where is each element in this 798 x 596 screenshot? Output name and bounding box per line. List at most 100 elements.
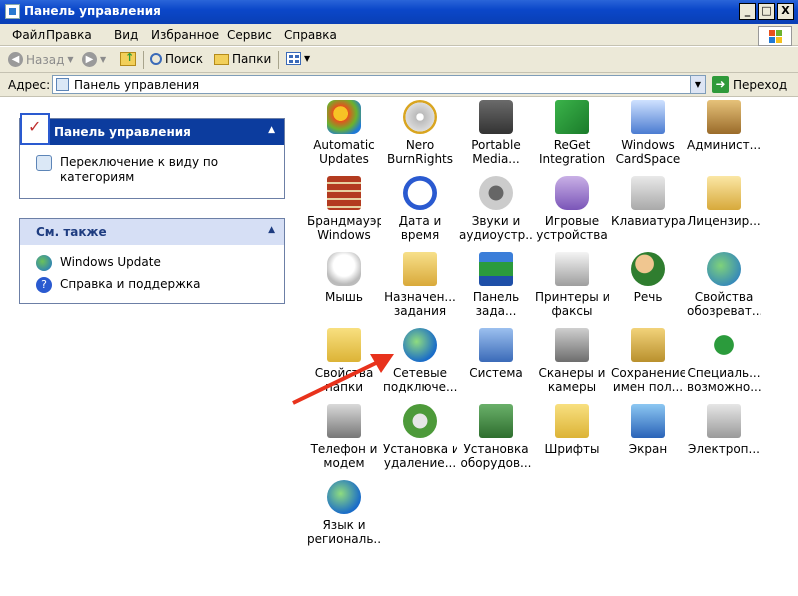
item-label-line1: Дата и xyxy=(398,214,442,228)
menu-favorites[interactable]: Избранное xyxy=(151,28,219,42)
collapse-chevron-icon[interactable]: ▲ xyxy=(268,125,275,135)
item-label-line2: Integration xyxy=(538,152,606,166)
item-label-line2: зада... xyxy=(475,304,517,318)
item-label-line1: Речь xyxy=(633,290,663,304)
menu-help[interactable]: Справка xyxy=(284,28,337,42)
address-value: Панель управления xyxy=(74,78,200,92)
control-panel-item[interactable]: Панель зада... xyxy=(459,252,533,318)
control-panel-item[interactable]: Свойства папки xyxy=(307,328,381,394)
window-title: Панель управления xyxy=(24,4,161,18)
control-panel-item[interactable]: Установка и удаление... xyxy=(383,404,457,470)
item-label-line2: задания xyxy=(393,304,447,318)
control-panel-item[interactable]: Электроп... xyxy=(687,404,761,456)
switch-category-view-link[interactable]: Переключение к виду по категориям xyxy=(36,155,270,185)
menu-tools[interactable]: Сервис xyxy=(227,28,272,42)
address-dropdown-button[interactable]: ▼ xyxy=(690,76,705,93)
control-panel-window-icon xyxy=(5,4,20,19)
go-arrow-icon: ➜ xyxy=(712,76,729,93)
control-panel-icon xyxy=(20,113,50,145)
windows-update-link[interactable]: Windows Update xyxy=(36,255,270,271)
item-label-line2: Media... xyxy=(472,152,520,166)
item-label-line2: модем xyxy=(323,456,365,470)
control-panel-item[interactable]: Portable Media... xyxy=(459,100,533,166)
control-panel-item[interactable]: Админист... xyxy=(687,100,761,152)
control-panel-item[interactable]: Лицензир... xyxy=(687,176,761,228)
control-panel-item[interactable]: Система xyxy=(459,328,533,380)
windows-update-icon xyxy=(36,255,52,271)
folders-button[interactable]: Папки xyxy=(214,52,271,66)
control-panel-item[interactable]: Язык и региональ... xyxy=(307,480,381,546)
item-label-line1: Панель xyxy=(472,290,520,304)
see-also-panel: См. также ▲ Windows Update ? Справка и п… xyxy=(19,218,285,304)
back-arrow-icon: ◀ xyxy=(8,52,23,67)
item-label-line1: Экран xyxy=(628,442,668,456)
control-panel-item[interactable]: Сетевые подключе... xyxy=(383,328,457,394)
control-panel-item[interactable]: Дата и время xyxy=(383,176,457,242)
control-panel-item[interactable]: Специаль... возможно... xyxy=(687,328,761,394)
add-remove-programs-icon xyxy=(403,404,437,438)
views-button[interactable]: ▼ xyxy=(286,52,310,65)
forward-button[interactable]: ▶ ▼ xyxy=(82,52,106,67)
go-button[interactable]: ➜ Переход xyxy=(712,76,787,93)
help-support-link[interactable]: ? Справка и поддержка xyxy=(36,277,270,293)
close-button[interactable]: X xyxy=(777,3,794,20)
maximize-button[interactable]: □ xyxy=(758,3,775,20)
item-label-line2: имен пол... xyxy=(612,380,684,394)
item-label-line2: Windows xyxy=(317,228,371,242)
keyboard-icon xyxy=(631,176,665,210)
item-label-line2: подключе... xyxy=(383,380,457,394)
control-panel-item[interactable]: Принтеры и факсы xyxy=(535,252,609,318)
collapse-chevron-icon[interactable]: ▲ xyxy=(268,225,275,235)
control-panel-item[interactable]: Клавиатура xyxy=(611,176,685,228)
panel-header[interactable]: Панель управления ▲ xyxy=(20,113,284,145)
nero-burnrights-icon xyxy=(403,100,437,134)
control-panel-item[interactable]: Брандмауэр Windows xyxy=(307,176,381,242)
up-folder-button[interactable]: ↑ xyxy=(120,51,136,66)
control-panel-item[interactable]: ReGet Integration xyxy=(535,100,609,166)
control-panel-item[interactable]: Свойства обозреват... xyxy=(687,252,761,318)
control-panel-item[interactable]: Сохранение имен пол... xyxy=(611,328,685,394)
menu-edit[interactable]: Правка xyxy=(46,28,92,42)
stored-user-names-icon xyxy=(631,328,665,362)
item-label-line1: Админист... xyxy=(687,138,761,152)
add-hardware-icon xyxy=(479,404,513,438)
back-button[interactable]: ◀ Назад ▼ xyxy=(8,52,74,67)
control-panel-item[interactable]: Шрифты xyxy=(535,404,609,456)
control-panel-item[interactable]: Windows CardSpace xyxy=(611,100,685,166)
network-connections-icon xyxy=(403,328,437,362)
search-button[interactable]: Поиск xyxy=(150,52,203,66)
control-panel-item[interactable]: Nero BurnRights xyxy=(383,100,457,166)
control-panel-item[interactable]: Звуки и аудиоустр... xyxy=(459,176,533,242)
item-label-line1: Звуки и xyxy=(471,214,521,228)
phone-modem-icon xyxy=(327,404,361,438)
regional-language-icon xyxy=(327,480,361,514)
item-label-line2: время xyxy=(400,228,440,242)
scheduled-tasks-icon xyxy=(403,252,437,286)
control-panel-item[interactable]: Назначен... задания xyxy=(383,252,457,318)
control-panel-item[interactable]: Мышь xyxy=(307,252,381,304)
scanners-cameras-icon xyxy=(555,328,589,362)
item-label-line1: Automatic xyxy=(313,138,375,152)
control-panel-item[interactable]: Экран xyxy=(611,404,685,456)
main-area: Панель управления ▲ Переключение к виду … xyxy=(0,98,798,596)
control-panel-item[interactable]: Automatic Updates xyxy=(307,100,381,166)
control-panel-item[interactable]: Игровые устройства xyxy=(535,176,609,242)
title-bar: Панель управления _ □ X xyxy=(0,0,798,24)
see-also-header[interactable]: См. также ▲ xyxy=(20,219,284,245)
display-icon xyxy=(631,404,665,438)
menu-view[interactable]: Вид xyxy=(114,28,138,42)
administrative-tools-icon xyxy=(707,100,741,134)
menu-file[interactable]: Файл xyxy=(12,28,45,42)
speech-icon xyxy=(631,252,665,286)
control-panel-item[interactable]: Сканеры и камеры xyxy=(535,328,609,394)
item-label-line1: Электроп... xyxy=(688,442,760,456)
item-label-line2: возможно... xyxy=(687,380,761,394)
system-icon xyxy=(479,328,513,362)
control-panel-item[interactable]: Телефон и модем xyxy=(307,404,381,470)
control-panel-item[interactable]: Установка оборудов... xyxy=(459,404,533,470)
control-panel-item[interactable]: Речь xyxy=(611,252,685,304)
taskbar-icon xyxy=(479,252,513,286)
address-field[interactable]: Панель управления ▼ xyxy=(52,75,706,94)
address-bar: Адрес: Панель управления ▼ ➜ Переход xyxy=(0,73,798,97)
minimize-button[interactable]: _ xyxy=(739,3,756,20)
